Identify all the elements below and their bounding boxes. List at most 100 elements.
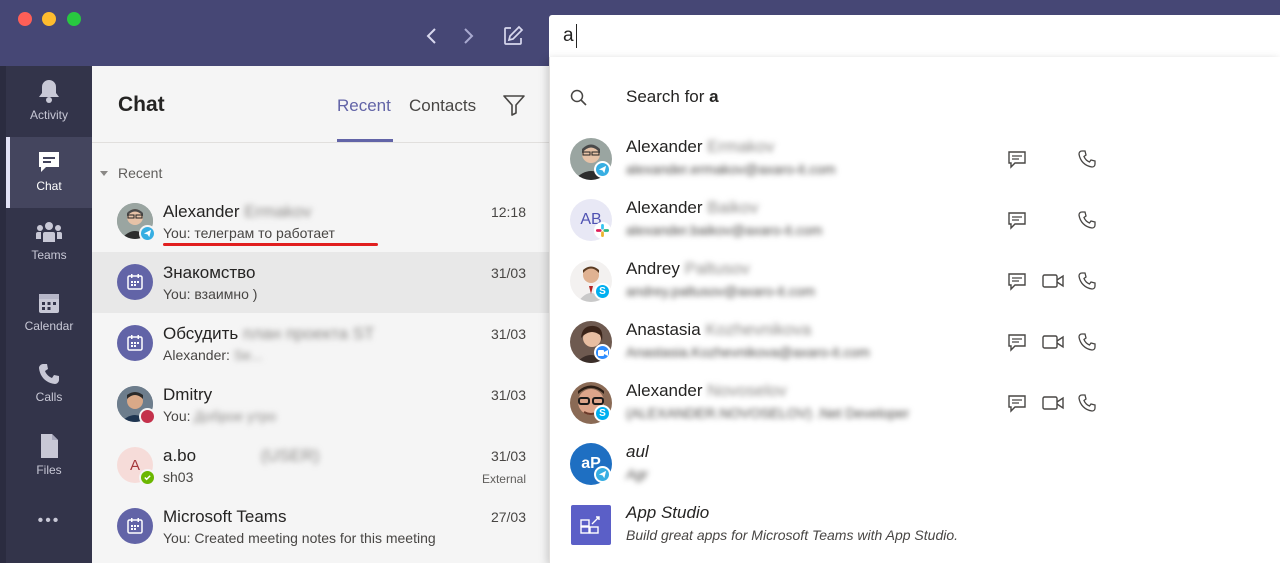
rail-item-files[interactable]: Files <box>6 421 92 492</box>
rail-item-label: Calendar <box>24 319 74 333</box>
search-result-app[interactable]: App Studio Build great apps for Microsof… <box>550 494 1280 555</box>
app-studio-icon <box>571 505 611 545</box>
search-input-value: a <box>563 25 574 46</box>
chat-action-button[interactable] <box>1006 331 1028 353</box>
rail-item-label: Files <box>36 463 62 477</box>
filter-button[interactable] <box>502 94 526 121</box>
available-status-icon <box>139 469 156 486</box>
close-window-button[interactable] <box>18 12 32 26</box>
chat-list-item[interactable]: Обсудить план проекта ST Alexander: Se..… <box>92 313 550 374</box>
app-bar: Activity Chat Teams Calendar Calls Files… <box>6 66 92 563</box>
video-call-button[interactable] <box>1042 392 1064 414</box>
call-action-button[interactable] <box>1076 209 1098 231</box>
phone-icon <box>1078 333 1096 351</box>
back-button[interactable] <box>418 22 446 50</box>
meeting-avatar <box>117 264 153 300</box>
result-name: Anastasia Kozhevnikova <box>626 320 812 339</box>
video-camera-icon <box>1042 274 1064 288</box>
result-actions <box>1006 392 1106 414</box>
phone-icon <box>1078 394 1096 412</box>
chat-list-panel: Chat Recent Contacts Recent Alexander Er… <box>92 66 550 563</box>
search-result-person[interactable]: S Alexander Novoselov (ALEXANDER.NOVOSEL… <box>550 372 1280 433</box>
chat-icon <box>1008 273 1026 291</box>
chat-action-button[interactable] <box>1006 392 1028 414</box>
forward-button[interactable] <box>454 22 482 50</box>
search-result-person[interactable]: Anastasia Kozhevnikova Anastasia.Kozhevn… <box>550 311 1280 372</box>
call-action-button[interactable] <box>1076 148 1098 170</box>
chat-name: Знакомство <box>163 263 256 282</box>
rail-item-label: Chat <box>36 179 62 193</box>
file-icon <box>41 434 58 458</box>
search-icon <box>570 89 587 106</box>
text-caret <box>575 24 577 48</box>
result-email: alexander.ermakov@axaro-it.com <box>626 161 836 177</box>
chat-action-button[interactable] <box>1006 270 1028 292</box>
slack-icon <box>594 222 611 239</box>
search-result-person[interactable]: S Andrey Paltusov andrey.paltusov@axaro-… <box>550 250 1280 311</box>
chat-preview: Alexander: Se... <box>163 347 263 363</box>
rail-item-teams[interactable]: Teams <box>6 208 92 279</box>
caret-down-icon <box>100 170 108 176</box>
zoom-icon <box>594 344 611 361</box>
chat-list-item[interactable]: Microsoft Teams You: Created meeting not… <box>92 496 550 557</box>
phone-icon <box>1078 272 1096 290</box>
call-action-button[interactable] <box>1076 270 1098 292</box>
new-chat-button[interactable] <box>499 22 527 50</box>
call-action-button[interactable] <box>1076 392 1098 414</box>
search-result-person[interactable]: Alexander Ermakov alexander.ermakov@axar… <box>550 128 1280 189</box>
video-call-button[interactable] <box>1042 331 1064 353</box>
chat-name: a.bo (USER) <box>163 446 320 465</box>
result-actions <box>1006 209 1106 231</box>
tab-recent[interactable]: Recent <box>337 96 391 116</box>
search-input[interactable]: a <box>549 15 1280 57</box>
chat-list-item[interactable]: Знакомство You: взаимно ) 31/03 <box>92 252 550 313</box>
annotation-underline <box>163 243 378 246</box>
zoom-window-button[interactable] <box>67 12 81 26</box>
result-name: Alexander Baikov <box>626 198 759 217</box>
result-name: App Studio <box>626 503 710 522</box>
more-apps-button[interactable]: ••• <box>6 512 92 530</box>
chat-preview: You: Created meeting notes for this meet… <box>163 530 436 546</box>
result-actions <box>1006 270 1106 292</box>
search-result-app[interactable]: aP aul Agr <box>550 433 1280 494</box>
result-email: Anastasia.Kozhevnikova@axaro-it.com <box>626 344 870 360</box>
search-for-row[interactable]: Search for a <box>550 67 1280 128</box>
minimize-window-button[interactable] <box>42 12 56 26</box>
skype-icon: S <box>594 405 611 422</box>
search-result-person[interactable]: AB Alexander Baikov alexander.baikov@axa… <box>550 189 1280 250</box>
rail-item-activity[interactable]: Activity <box>6 66 92 137</box>
chat-list-item[interactable]: A a.bo (USER) sh03 31/03 External <box>92 435 550 496</box>
result-email: andrey.paltusov@axaro-it.com <box>626 283 816 299</box>
chat-icon <box>1008 151 1026 169</box>
phone-icon <box>1078 150 1096 168</box>
tab-contacts[interactable]: Contacts <box>409 96 476 116</box>
chat-timestamp: 31/03 <box>490 387 526 403</box>
chat-icon <box>1008 212 1026 230</box>
call-action-button[interactable] <box>1076 331 1098 353</box>
phone-icon <box>1078 211 1096 229</box>
rail-item-label: Teams <box>31 248 67 262</box>
chevron-right-icon <box>464 28 474 44</box>
calendar-icon <box>39 294 59 313</box>
search-for-text: Search for a <box>626 87 719 106</box>
result-name: Alexander Novoselov <box>626 381 787 400</box>
video-call-button[interactable] <box>1042 270 1064 292</box>
rail-item-calendar[interactable]: Calendar <box>6 279 92 350</box>
result-name: aul <box>626 442 649 461</box>
section-header-recent[interactable]: Recent <box>100 165 162 181</box>
rail-item-calls[interactable]: Calls <box>6 350 92 421</box>
external-label: External <box>481 472 526 486</box>
chat-action-button[interactable] <box>1006 209 1028 231</box>
chat-icon <box>1008 334 1026 352</box>
rail-item-chat[interactable]: Chat <box>6 137 92 208</box>
meeting-avatar <box>117 508 153 544</box>
chat-list-item[interactable]: Dmitry You: Доброе утро 31/03 <box>92 374 550 435</box>
chat-name: Обсудить план проекта ST <box>163 324 375 343</box>
chat-icon <box>39 152 59 172</box>
result-name: Alexander Ermakov <box>626 137 775 156</box>
teams-icon <box>36 222 62 242</box>
chevron-left-icon <box>426 28 436 44</box>
chat-timestamp: 12:18 <box>490 204 526 220</box>
result-email: alexander.baikov@axaro-it.com <box>626 222 823 238</box>
chat-action-button[interactable] <box>1006 148 1028 170</box>
